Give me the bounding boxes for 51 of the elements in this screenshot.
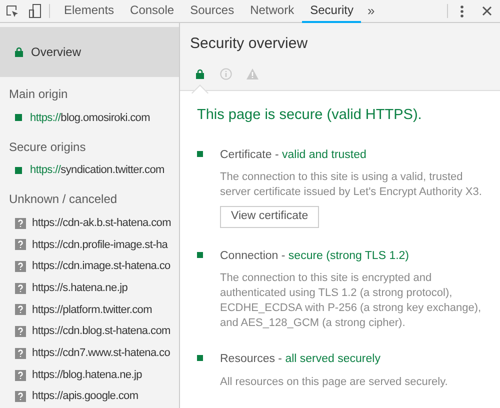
info-icon bbox=[220, 68, 232, 80]
origin-item[interactable]: https://cdn-ak.b.st-hatena.com bbox=[0, 212, 179, 234]
question-mark-icon bbox=[15, 304, 26, 316]
device-toolbar-icon[interactable] bbox=[29, 4, 41, 18]
status-square-icon bbox=[197, 252, 203, 258]
question-mark-icon bbox=[15, 282, 26, 294]
panel-tab[interactable]: Sources bbox=[182, 0, 242, 22]
origin-item[interactable]: https://s.hatena.ne.jp bbox=[0, 277, 179, 300]
panel-tab[interactable]: Elements bbox=[56, 0, 122, 22]
origin-item[interactable]: https://cdn7.www.st-hatena.co bbox=[0, 342, 179, 364]
page-title: Security overview bbox=[190, 34, 309, 54]
secure-square-icon bbox=[15, 167, 22, 174]
section-title: Unknown / canceled bbox=[8, 191, 118, 208]
origin-item[interactable]: https://blog.hatena.ne.jp bbox=[0, 364, 179, 386]
question-mark-icon bbox=[15, 391, 26, 402]
question-mark-icon bbox=[15, 239, 26, 250]
origin-item[interactable]: https://apis.google.com bbox=[0, 386, 179, 408]
overview-item[interactable]: Overview bbox=[0, 27, 179, 77]
inspect-element-icon[interactable] bbox=[6, 4, 19, 18]
question-mark-icon bbox=[15, 218, 26, 229]
more-tabs-button[interactable]: » bbox=[361, 1, 381, 21]
secure-square-icon bbox=[15, 114, 22, 122]
origin-item[interactable]: https://cdn.blog.st-hatena.com bbox=[0, 320, 179, 342]
question-mark-icon bbox=[15, 261, 26, 272]
section-title: Main origin bbox=[8, 86, 69, 103]
status-square-icon bbox=[197, 150, 203, 157]
detail-heading: Connection - secure (strong TLS 1.2) bbox=[220, 249, 410, 264]
status-square-icon bbox=[197, 355, 203, 362]
question-mark-icon bbox=[15, 326, 26, 338]
section-title: Secure origins bbox=[8, 138, 87, 156]
lock-icon bbox=[15, 47, 23, 57]
question-mark-icon bbox=[15, 348, 26, 359]
warning-icon bbox=[246, 68, 258, 80]
close-icon[interactable] bbox=[482, 6, 492, 16]
detail-heading: Certificate - valid and trusted bbox=[220, 148, 366, 163]
panel-tab[interactable]: Network bbox=[242, 0, 302, 22]
detail-description: The connection to this site is encrypted and authenticated using TLS 1.2 (a strong protocol), ECDHE_ECDSA with P-256 (a strong key exchange), and AES_128_GCM (a strong cipher). bbox=[220, 271, 482, 332]
origin-item[interactable]: https://cdn.image.st-hatena.co bbox=[0, 256, 179, 278]
origin-item[interactable]: https://syndication.twitter.com bbox=[0, 160, 179, 182]
lock-icon bbox=[196, 68, 204, 78]
more-options-icon[interactable] bbox=[460, 4, 464, 18]
security-summary: This page is secure (valid HTTPS). bbox=[197, 106, 423, 125]
origin-item[interactable]: https://platform.twitter.com bbox=[0, 299, 179, 321]
question-mark-icon bbox=[15, 370, 26, 381]
detail-description: All resources on this page are served securely. bbox=[220, 374, 449, 390]
view-certificate-button[interactable]: View certificate bbox=[220, 206, 320, 228]
panel-tab[interactable]: Console bbox=[122, 0, 182, 22]
origin-item[interactable]: https://cdn.profile-image.st-ha bbox=[0, 234, 179, 256]
detail-description: The connection to this site is using a valid, trusted server certificate issued by Let's Encrypt Authority X3. bbox=[220, 170, 483, 200]
origin-item[interactable]: https://blog.omosiroki.com bbox=[0, 107, 179, 129]
detail-heading: Resources - all served securely bbox=[220, 352, 380, 368]
